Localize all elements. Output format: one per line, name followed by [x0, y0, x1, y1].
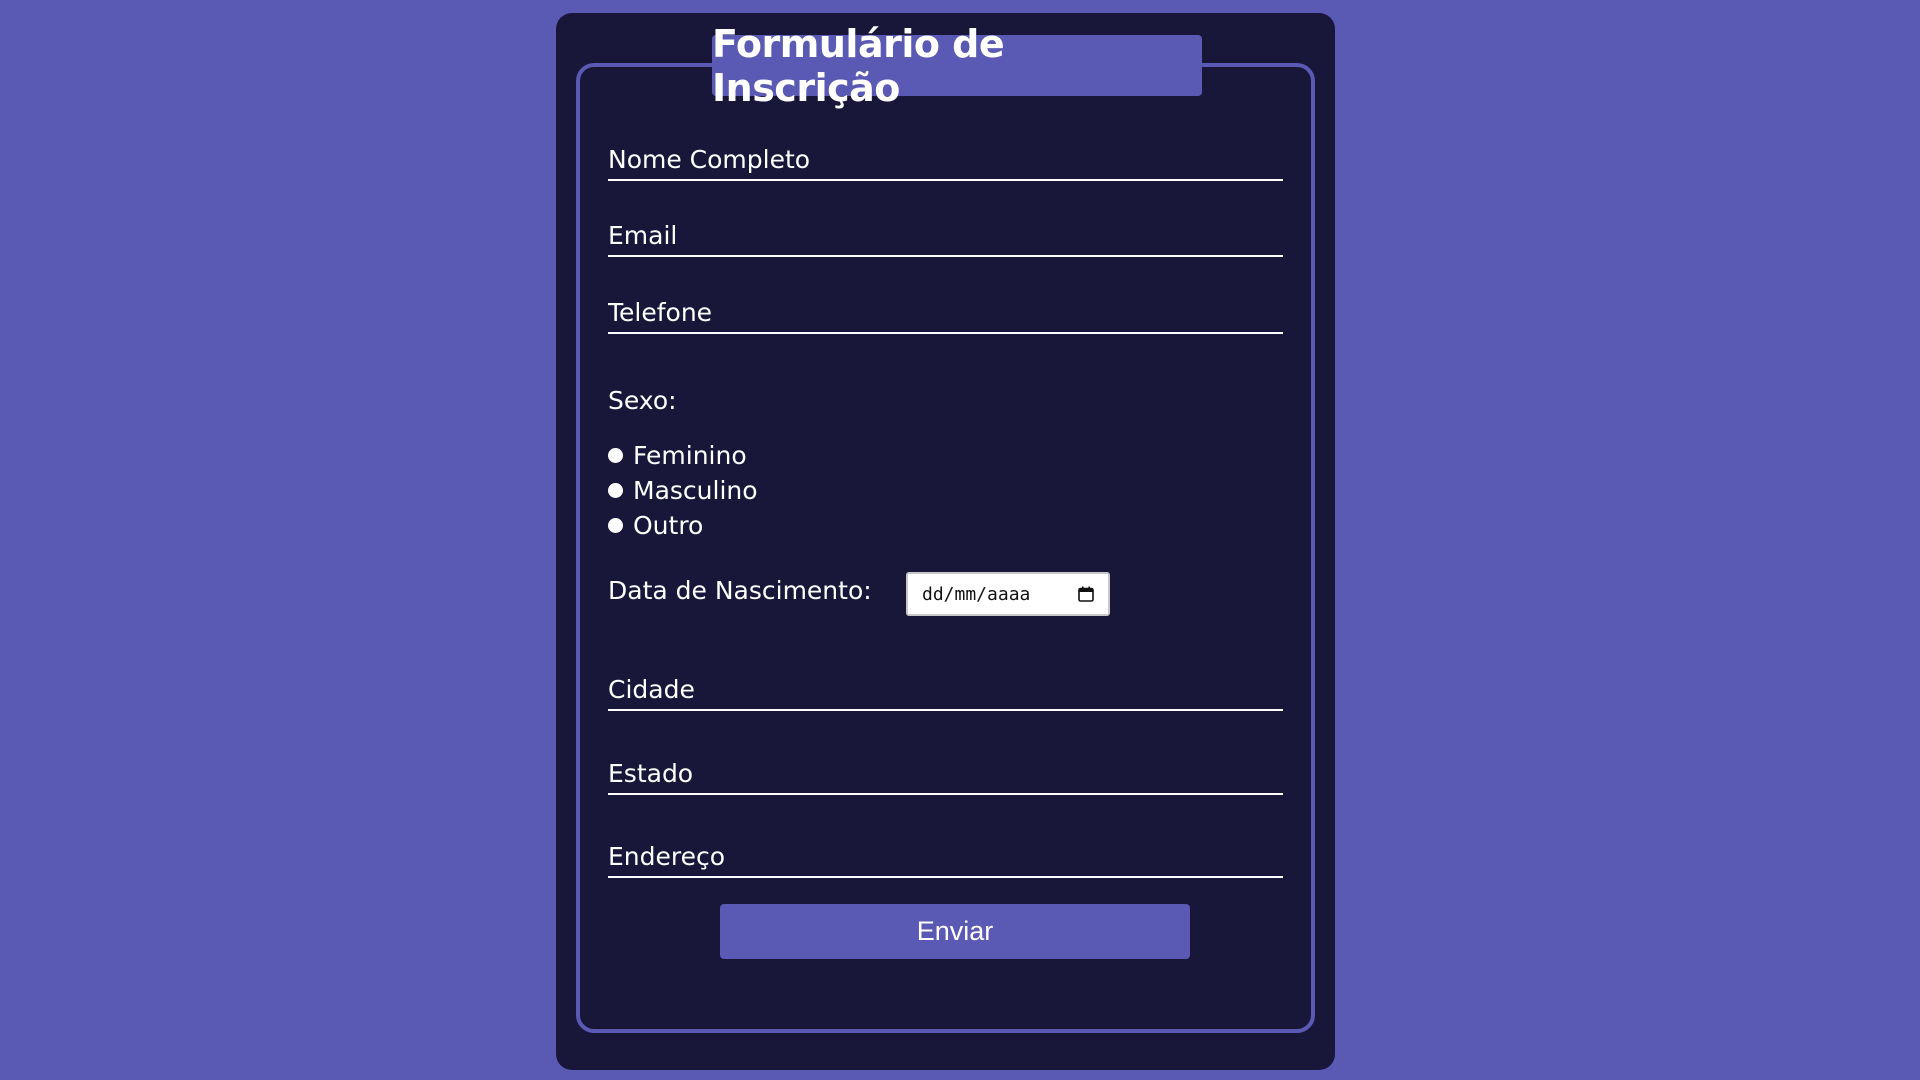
estado-field — [608, 747, 1283, 795]
radio-outro[interactable]: Outro — [608, 508, 703, 542]
radio-button-icon[interactable] — [608, 517, 623, 533]
radio-button-icon[interactable] — [608, 447, 623, 463]
telefone-input[interactable] — [608, 286, 1283, 332]
radio-feminino[interactable]: Feminino — [608, 438, 747, 472]
radio-masculino[interactable]: Masculino — [608, 473, 758, 507]
endereco-input[interactable] — [608, 830, 1283, 876]
telefone-field — [608, 286, 1283, 334]
data-nascimento-label: Data de Nascimento: — [608, 576, 872, 605]
enviar-button[interactable]: Enviar — [720, 904, 1190, 959]
nome-completo-input[interactable] — [608, 133, 1283, 179]
radio-button-icon[interactable] — [608, 482, 623, 498]
cidade-field — [608, 663, 1283, 711]
date-input-text: dd/mm/aaaa — [922, 583, 1031, 605]
calendar-icon[interactable] — [1078, 586, 1094, 602]
endereco-field — [608, 830, 1283, 878]
radio-label-masculino: Masculino — [633, 475, 758, 505]
nome-completo-field — [608, 133, 1283, 181]
estado-input[interactable] — [608, 747, 1283, 793]
email-field — [608, 209, 1283, 257]
data-nascimento-input[interactable]: dd/mm/aaaa — [906, 572, 1110, 616]
radio-label-outro: Outro — [633, 510, 704, 540]
cidade-input[interactable] — [608, 663, 1283, 709]
radio-label-feminino: Feminino — [633, 440, 747, 470]
email-input[interactable] — [608, 209, 1283, 255]
sexo-label: Sexo: — [608, 386, 677, 415]
form-card: Formulário de Inscrição Sexo: Feminino M… — [556, 13, 1335, 1070]
form-title: Formulário de Inscrição — [712, 22, 1202, 110]
